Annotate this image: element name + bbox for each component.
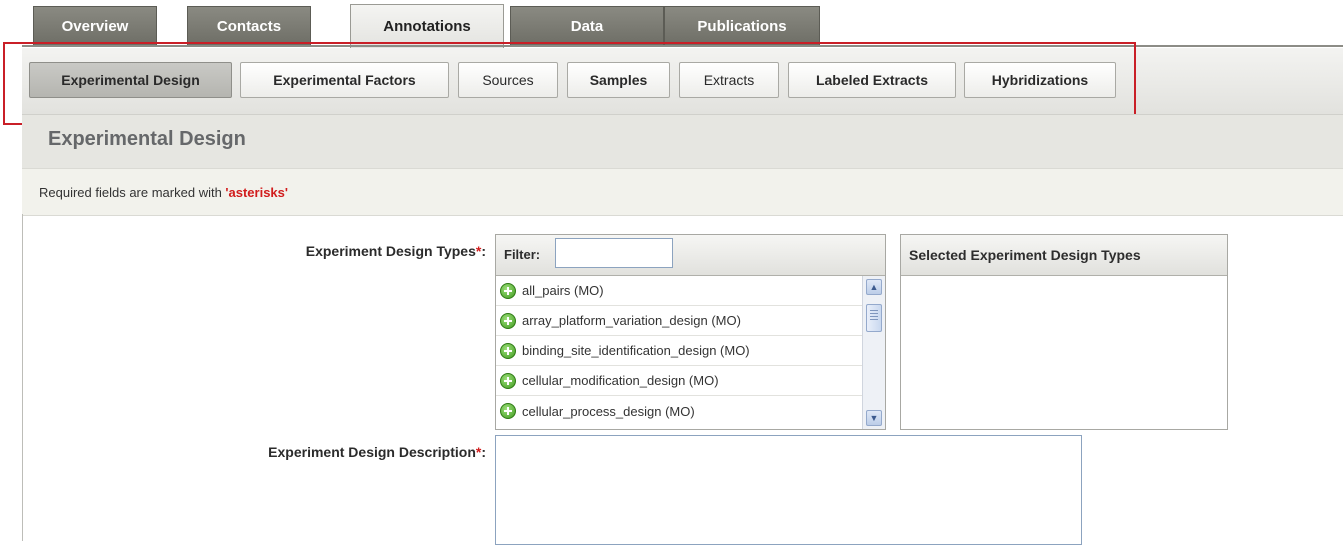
add-icon[interactable] — [500, 282, 516, 299]
design-types-label-text: Experiment Design Types — [305, 243, 476, 259]
section-title: Experimental Design — [48, 128, 246, 150]
list-item[interactable]: cellular_modification_design (MO) — [496, 366, 862, 396]
list-item-label: all_pairs (MO) — [522, 283, 604, 298]
required-notice-text: Required fields are marked with — [39, 185, 226, 200]
required-asterisks: 'asterisks' — [225, 185, 288, 200]
label-colon: : — [481, 444, 486, 460]
highlight-box — [3, 42, 1136, 125]
description-label-text: Experiment Design Description — [268, 444, 476, 460]
list-item[interactable]: binding_site_identification_design (MO) — [496, 336, 862, 366]
list-header: Filter: — [496, 235, 885, 276]
tab-data[interactable]: Data — [510, 6, 664, 46]
list-item[interactable]: cellular_process_design (MO) — [496, 396, 862, 426]
tab-contacts[interactable]: Contacts — [187, 6, 311, 46]
tab-overview[interactable]: Overview — [33, 6, 157, 46]
filter-label: Filter: — [504, 247, 541, 262]
description-label: Experiment Design Description*: — [150, 444, 486, 460]
required-notice: Required fields are marked with 'asteris… — [39, 185, 288, 200]
design-types-list: Filter: all_pairs (MO) array_platform_va… — [495, 234, 886, 430]
tab-publications[interactable]: Publications — [664, 6, 820, 46]
list-scrollbar[interactable]: ▲ ▼ — [862, 276, 885, 429]
list-item-label: array_platform_variation_design (MO) — [522, 313, 741, 328]
add-icon[interactable] — [500, 372, 516, 389]
scroll-up-icon[interactable]: ▲ — [866, 279, 882, 295]
label-colon: : — [481, 243, 486, 259]
description-textarea[interactable] — [495, 435, 1082, 545]
selected-design-types: Selected Experiment Design Types — [900, 234, 1228, 430]
list-item-label: cellular_modification_design (MO) — [522, 373, 719, 388]
scroll-thumb[interactable] — [866, 304, 882, 332]
list-item[interactable]: all_pairs (MO) — [496, 276, 862, 306]
design-types-label: Experiment Design Types*: — [200, 243, 486, 259]
list-item-label: binding_site_identification_design (MO) — [522, 343, 750, 358]
content-left-border — [22, 214, 23, 541]
list-item-label: cellular_process_design (MO) — [522, 403, 695, 419]
list-item[interactable]: array_platform_variation_design (MO) — [496, 306, 862, 336]
filter-input[interactable] — [555, 238, 673, 268]
add-icon[interactable] — [500, 312, 516, 329]
selected-header: Selected Experiment Design Types — [901, 235, 1227, 276]
add-icon[interactable] — [500, 403, 516, 419]
scroll-down-icon[interactable]: ▼ — [866, 410, 882, 426]
add-icon[interactable] — [500, 342, 516, 359]
list-items: all_pairs (MO) array_platform_variation_… — [496, 276, 862, 426]
